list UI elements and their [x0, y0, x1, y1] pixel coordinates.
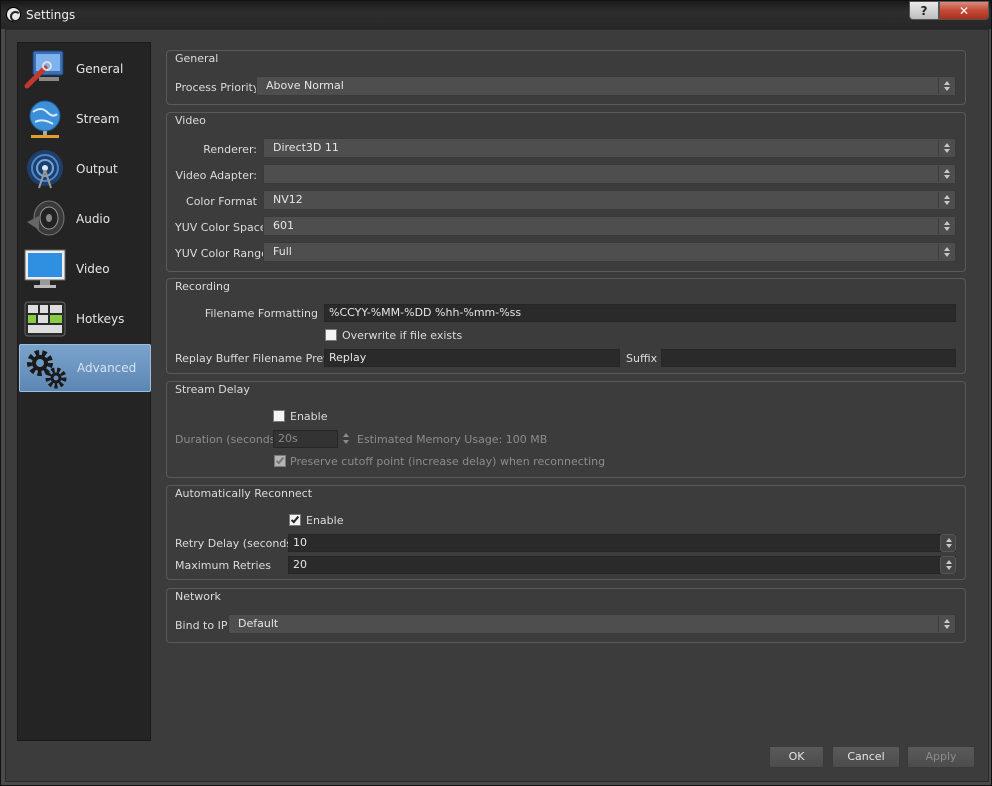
sidebar-item-label: General [76, 62, 124, 76]
settings-window: Settings ? ✕ General Stream Output Audio… [0, 0, 992, 786]
keyboard-icon [24, 301, 66, 337]
checkmark-icon [275, 455, 285, 465]
stream-delay-enable-label: Enable [290, 410, 328, 423]
chevron-updown-icon [938, 616, 954, 632]
chevron-updown-icon[interactable] [940, 556, 956, 574]
max-retries-input[interactable]: 20 [288, 556, 956, 574]
yuv-color-space-select[interactable]: 601 [263, 216, 956, 236]
window-title: Settings [26, 8, 76, 22]
replay-prefix-label: Replay Buffer Filename Prefix [175, 352, 337, 365]
general-group: General Process Priority Above Normal [166, 50, 966, 105]
select-value: Direct3D 11 [273, 141, 339, 154]
recording-group: Recording Filename Formatting %CCYY-%MM-… [166, 278, 966, 374]
duration-input[interactable]: 20s [273, 430, 338, 448]
sidebar-item-label: Stream [76, 112, 120, 126]
sidebar-item-video[interactable]: Video [19, 245, 151, 293]
retry-delay-input[interactable]: 10 [288, 534, 956, 552]
group-title: General [175, 52, 219, 65]
suffix-label: Suffix [626, 352, 658, 365]
stream-delay-enable-checkbox[interactable] [273, 410, 285, 422]
group-title: Stream Delay [175, 383, 250, 396]
filename-formatting-label: Filename Formatting [204, 307, 318, 320]
checkmark-icon [290, 514, 300, 524]
duration-label: Duration (seconds) [175, 433, 280, 446]
overwrite-label: Overwrite if file exists [342, 329, 463, 342]
group-title: Recording [175, 280, 231, 293]
renderer-select[interactable]: Direct3D 11 [263, 138, 956, 158]
chevron-updown-icon[interactable] [940, 534, 956, 552]
color-format-label: Color Format [186, 195, 257, 208]
auto-reconnect-enable-label: Enable [306, 514, 344, 527]
suffix-input[interactable] [661, 349, 956, 367]
spin-value: 20 [293, 558, 307, 571]
select-value: Default [238, 617, 279, 630]
sidebar-item-label: Advanced [77, 361, 137, 375]
video-adapter-select[interactable] [263, 164, 956, 184]
max-retries-label: Maximum Retries [175, 559, 272, 572]
select-value: NV12 [273, 193, 303, 206]
bind-to-ip-select[interactable]: Default [228, 614, 956, 634]
sidebar-item-stream[interactable]: Stream [19, 95, 151, 143]
sidebar-item-label: Output [76, 162, 118, 176]
chevron-updown-icon [938, 218, 954, 234]
process-priority-label: Process Priority [175, 81, 260, 94]
monitor-icon [24, 249, 66, 288]
auto-reconnect-enable-checkbox[interactable] [289, 514, 301, 526]
renderer-label: Renderer: [203, 143, 257, 156]
yuv-color-range-select[interactable]: Full [263, 242, 956, 262]
chevron-updown-icon [938, 78, 954, 94]
memory-usage-label: Estimated Memory Usage: 100 MB [357, 433, 548, 446]
yuv-color-space-label: YUV Color Space [175, 221, 267, 234]
video-group: Video Renderer: Direct3D 11 Video Adapte… [166, 112, 966, 272]
chevron-updown-icon [938, 244, 954, 260]
network-group: Network Bind to IP Default [166, 588, 966, 643]
settings-sidebar: General Stream Output Audio Video Hotkey… [17, 42, 151, 741]
broadcast-icon [27, 150, 63, 189]
select-value: 601 [273, 219, 294, 232]
auto-reconnect-group: Automatically Reconnect Enable Retry Del… [166, 485, 966, 580]
sidebar-item-label: Audio [76, 212, 111, 226]
close-button[interactable]: ✕ [939, 1, 989, 20]
filename-formatting-input[interactable]: %CCYY-%MM-%DD %hh-%mm-%ss [324, 304, 956, 322]
globe-network-icon [29, 100, 61, 138]
video-adapter-label: Video Adapter: [175, 169, 257, 182]
title-buttons: ? ✕ [909, 1, 989, 20]
sidebar-item-label: Hotkeys [76, 312, 125, 326]
gears-icon [27, 350, 67, 389]
group-title: Video [175, 114, 206, 127]
wrench-computer-icon [24, 50, 64, 89]
ok-button[interactable]: OK [769, 746, 824, 768]
duration-stepper[interactable] [341, 430, 351, 448]
apply-button[interactable]: Apply [907, 746, 975, 768]
select-value: Full [273, 245, 292, 258]
sidebar-item-advanced[interactable]: Advanced [19, 344, 151, 392]
group-title: Automatically Reconnect [175, 487, 313, 500]
select-value: Above Normal [266, 79, 344, 92]
sidebar-item-hotkeys[interactable]: Hotkeys [19, 295, 151, 343]
chevron-updown-icon [938, 140, 954, 156]
retry-delay-label: Retry Delay (seconds) [175, 537, 297, 550]
sidebar-item-general[interactable]: General [19, 45, 151, 93]
group-title: Network [175, 590, 221, 603]
chevron-updown-icon [938, 192, 954, 208]
spin-value: 10 [293, 536, 307, 549]
sidebar-item-label: Video [76, 262, 110, 276]
speaker-icon [27, 200, 65, 236]
bind-to-ip-label: Bind to IP [175, 619, 228, 632]
stream-delay-group: Stream Delay Enable Duration (seconds) 2… [166, 381, 966, 478]
preserve-cutoff-label: Preserve cutoff point (increase delay) w… [290, 455, 606, 468]
preserve-cutoff-checkbox[interactable] [274, 455, 286, 467]
overwrite-checkbox[interactable] [325, 329, 337, 341]
help-button[interactable]: ? [909, 1, 939, 20]
title-bar[interactable]: Settings ? ✕ [1, 1, 991, 29]
process-priority-select[interactable]: Above Normal [256, 76, 956, 96]
sidebar-item-output[interactable]: Output [19, 145, 151, 193]
cancel-button[interactable]: Cancel [832, 746, 900, 768]
sidebar-item-audio[interactable]: Audio [19, 195, 151, 243]
obs-logo-icon [6, 7, 21, 22]
yuv-color-range-label: YUV Color Range [175, 247, 268, 260]
color-format-select[interactable]: NV12 [263, 190, 956, 210]
chevron-updown-icon [938, 166, 954, 182]
replay-prefix-input[interactable]: Replay [324, 349, 620, 367]
